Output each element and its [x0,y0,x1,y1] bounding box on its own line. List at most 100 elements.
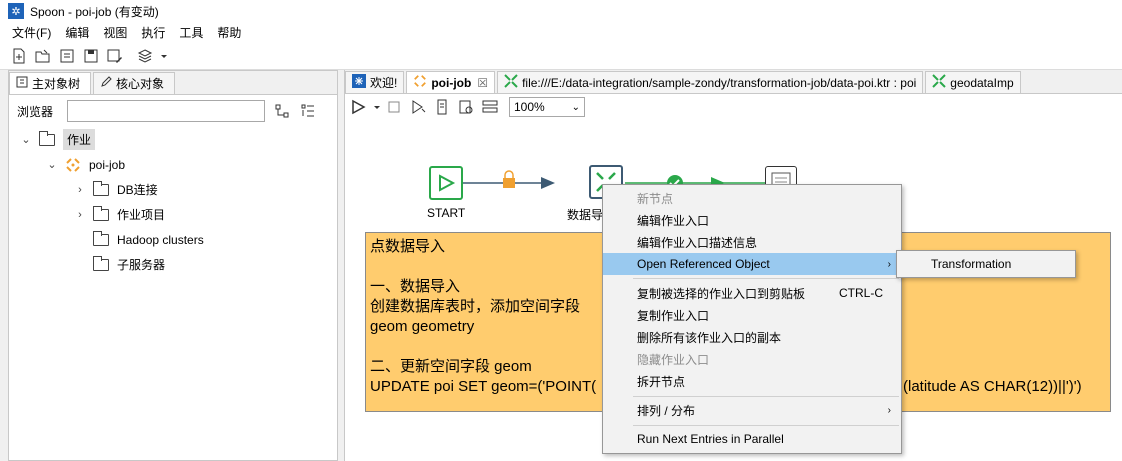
menu-separator [633,396,899,397]
menu-file[interactable]: 文件(F) [12,24,51,41]
menu-item-label: 拆开节点 [637,374,686,389]
tab-poi-job[interactable]: poi-job ☒ [406,71,496,93]
tree-icon [16,76,28,91]
menu-item-label: 编辑作业入口 [637,213,710,228]
start-node[interactable] [429,166,463,200]
tab-data-poi-transformation[interactable]: file:///E:/data-integration/sample-zondy… [497,71,924,93]
menu-view[interactable]: 视图 [103,24,127,41]
menu-item-duplicate-entry[interactable]: 复制作业入口 [603,304,901,326]
left-panel-tabs: 主对象树 核心对象 [9,71,337,95]
job-run-toolbar: 100% ⌄ [345,94,1122,120]
object-tree: ⌄ 作业 ⌄ poi-job › DB连接 › 作业项目 Hadoop clus… [9,127,337,277]
tab-geodataimp-label: geodataImp [950,75,1014,90]
folder-icon [92,180,109,196]
tree-item-slave-servers[interactable]: 子服务器 [9,252,337,277]
menu-item-hide-entry: 隐藏作业入口 [603,348,901,370]
start-icon [439,174,456,192]
submenu-arrow-icon: › [887,258,891,270]
menu-item-label: 复制作业入口 [637,308,710,323]
editor-tabs: 欢迎! poi-job ☒ file:///E:/data-integratio… [345,70,1122,94]
menu-edit[interactable]: 编辑 [65,24,89,41]
spoon-icon [352,74,366,91]
tree-item-poi-job[interactable]: ⌄ poi-job [9,152,337,177]
data-import-node-label: 数据导 [567,208,604,222]
save-icon[interactable] [82,47,100,65]
menu-run[interactable]: 执行 [141,24,165,41]
chevron-down-icon[interactable]: ⌄ [19,133,33,146]
folder-icon [92,230,109,246]
spoon-app-icon: ✲ [8,3,24,19]
new-file-icon[interactable] [10,47,28,65]
main-toolbar [0,42,1122,70]
collapse-all-icon[interactable] [299,102,317,120]
browser-row: 浏览器 [9,95,337,127]
tree-item-job-folder[interactable]: ⌄ 作业 [9,127,337,152]
chevron-down-icon: ⌄ [571,101,580,113]
menu-item-open-referenced-object[interactable]: Open Referenced Object › [603,253,901,275]
tab-main-tree[interactable]: 主对象树 [9,72,92,94]
chevron-right-icon[interactable]: › [73,184,87,196]
menu-item-edit-entry[interactable]: 编辑作业入口 [603,209,901,231]
tab-core-objects[interactable]: 核心对象 [93,72,176,94]
menu-item-copy-to-clipboard[interactable]: 复制被选择的作业入口到剪贴板 CTRL-C [603,282,901,304]
layers-icon[interactable] [136,47,154,65]
tree-item-job-entries[interactable]: › 作业项目 [9,202,337,227]
run-dropdown-icon[interactable] [373,98,381,116]
menu-item-align-distribute[interactable]: 排列 / 分布 › [603,399,901,421]
transformation-icon [932,74,947,91]
folder-icon [92,205,109,221]
menu-item-label: 编辑作业入口描述信息 [637,235,758,250]
tab-geodataimp[interactable]: geodataImp [925,71,1021,93]
check-icon[interactable] [433,98,451,116]
tree-item-label: 作业项目 [117,208,166,222]
tree-item-label: 作业 [63,129,96,150]
sql-icon[interactable] [481,98,499,116]
chevron-down-icon[interactable]: ⌄ [45,158,59,171]
menu-item-delete-all-copies[interactable]: 删除所有该作业入口的副本 [603,326,901,348]
menu-item-label: 删除所有该作业入口的副本 [637,330,782,345]
zoom-select[interactable]: 100% ⌄ [509,97,585,117]
menu-help[interactable]: 帮助 [217,24,241,41]
menu-item-label: 排列 / 分布 [637,403,696,418]
menu-bar: 文件(F) 编辑 视图 执行 工具 帮助 [0,22,1122,42]
shortcut-label: CTRL-C [839,286,883,300]
tree-item-label: poi-job [89,157,126,172]
menu-item-label: 隐藏作业入口 [637,352,710,367]
open-folder-icon[interactable] [34,47,52,65]
job-icon [413,74,427,91]
dropdown-arrow-icon[interactable] [160,47,168,65]
save-as-icon[interactable] [106,47,124,65]
submenu-item-transformation[interactable]: Transformation [931,257,1011,271]
impact-analysis-icon[interactable] [457,98,475,116]
submenu-open-referenced-object: Transformation [896,250,1076,278]
replay-icon[interactable] [409,98,427,116]
tab-poi-job-label: poi-job [431,75,472,90]
job-icon [65,157,81,173]
expand-all-icon[interactable] [273,102,291,120]
tree-item-db-connections[interactable]: › DB连接 [9,177,337,202]
menu-item-label: 复制被选择的作业入口到剪贴板 [637,286,806,301]
transformation-icon [504,74,518,91]
tab-welcome-label: 欢迎! [370,76,398,90]
tree-item-label: DB连接 [117,183,158,197]
stop-icon[interactable] [385,98,403,116]
folder-icon [92,255,109,271]
menu-item-label: 新节点 [637,191,674,206]
window-title: Spoon - poi-job (有变动) [30,4,159,19]
menu-item-edit-description[interactable]: 编辑作业入口描述信息 [603,231,901,253]
title-bar: ✲ Spoon - poi-job (有变动) [0,0,1122,22]
submenu-arrow-icon: › [887,404,891,416]
tab-welcome[interactable]: 欢迎! [345,71,405,93]
menu-tools[interactable]: 工具 [179,24,203,41]
chevron-right-icon[interactable]: › [73,209,87,221]
close-tab-icon[interactable]: ☒ [477,76,488,90]
menu-item-detach-node[interactable]: 拆开节点 [603,370,901,392]
explore-repository-icon[interactable] [58,47,76,65]
browser-search-input[interactable] [67,100,265,122]
tree-item-hadoop-clusters[interactable]: Hadoop clusters [9,227,337,252]
menu-item-run-parallel[interactable]: Run Next Entries in Parallel [603,428,901,450]
browser-label: 浏览器 [17,104,54,119]
context-menu: 新节点 编辑作业入口 编辑作业入口描述信息 Open Referenced Ob… [602,184,902,454]
tree-item-label: 子服务器 [117,258,166,272]
run-icon[interactable] [349,98,367,116]
